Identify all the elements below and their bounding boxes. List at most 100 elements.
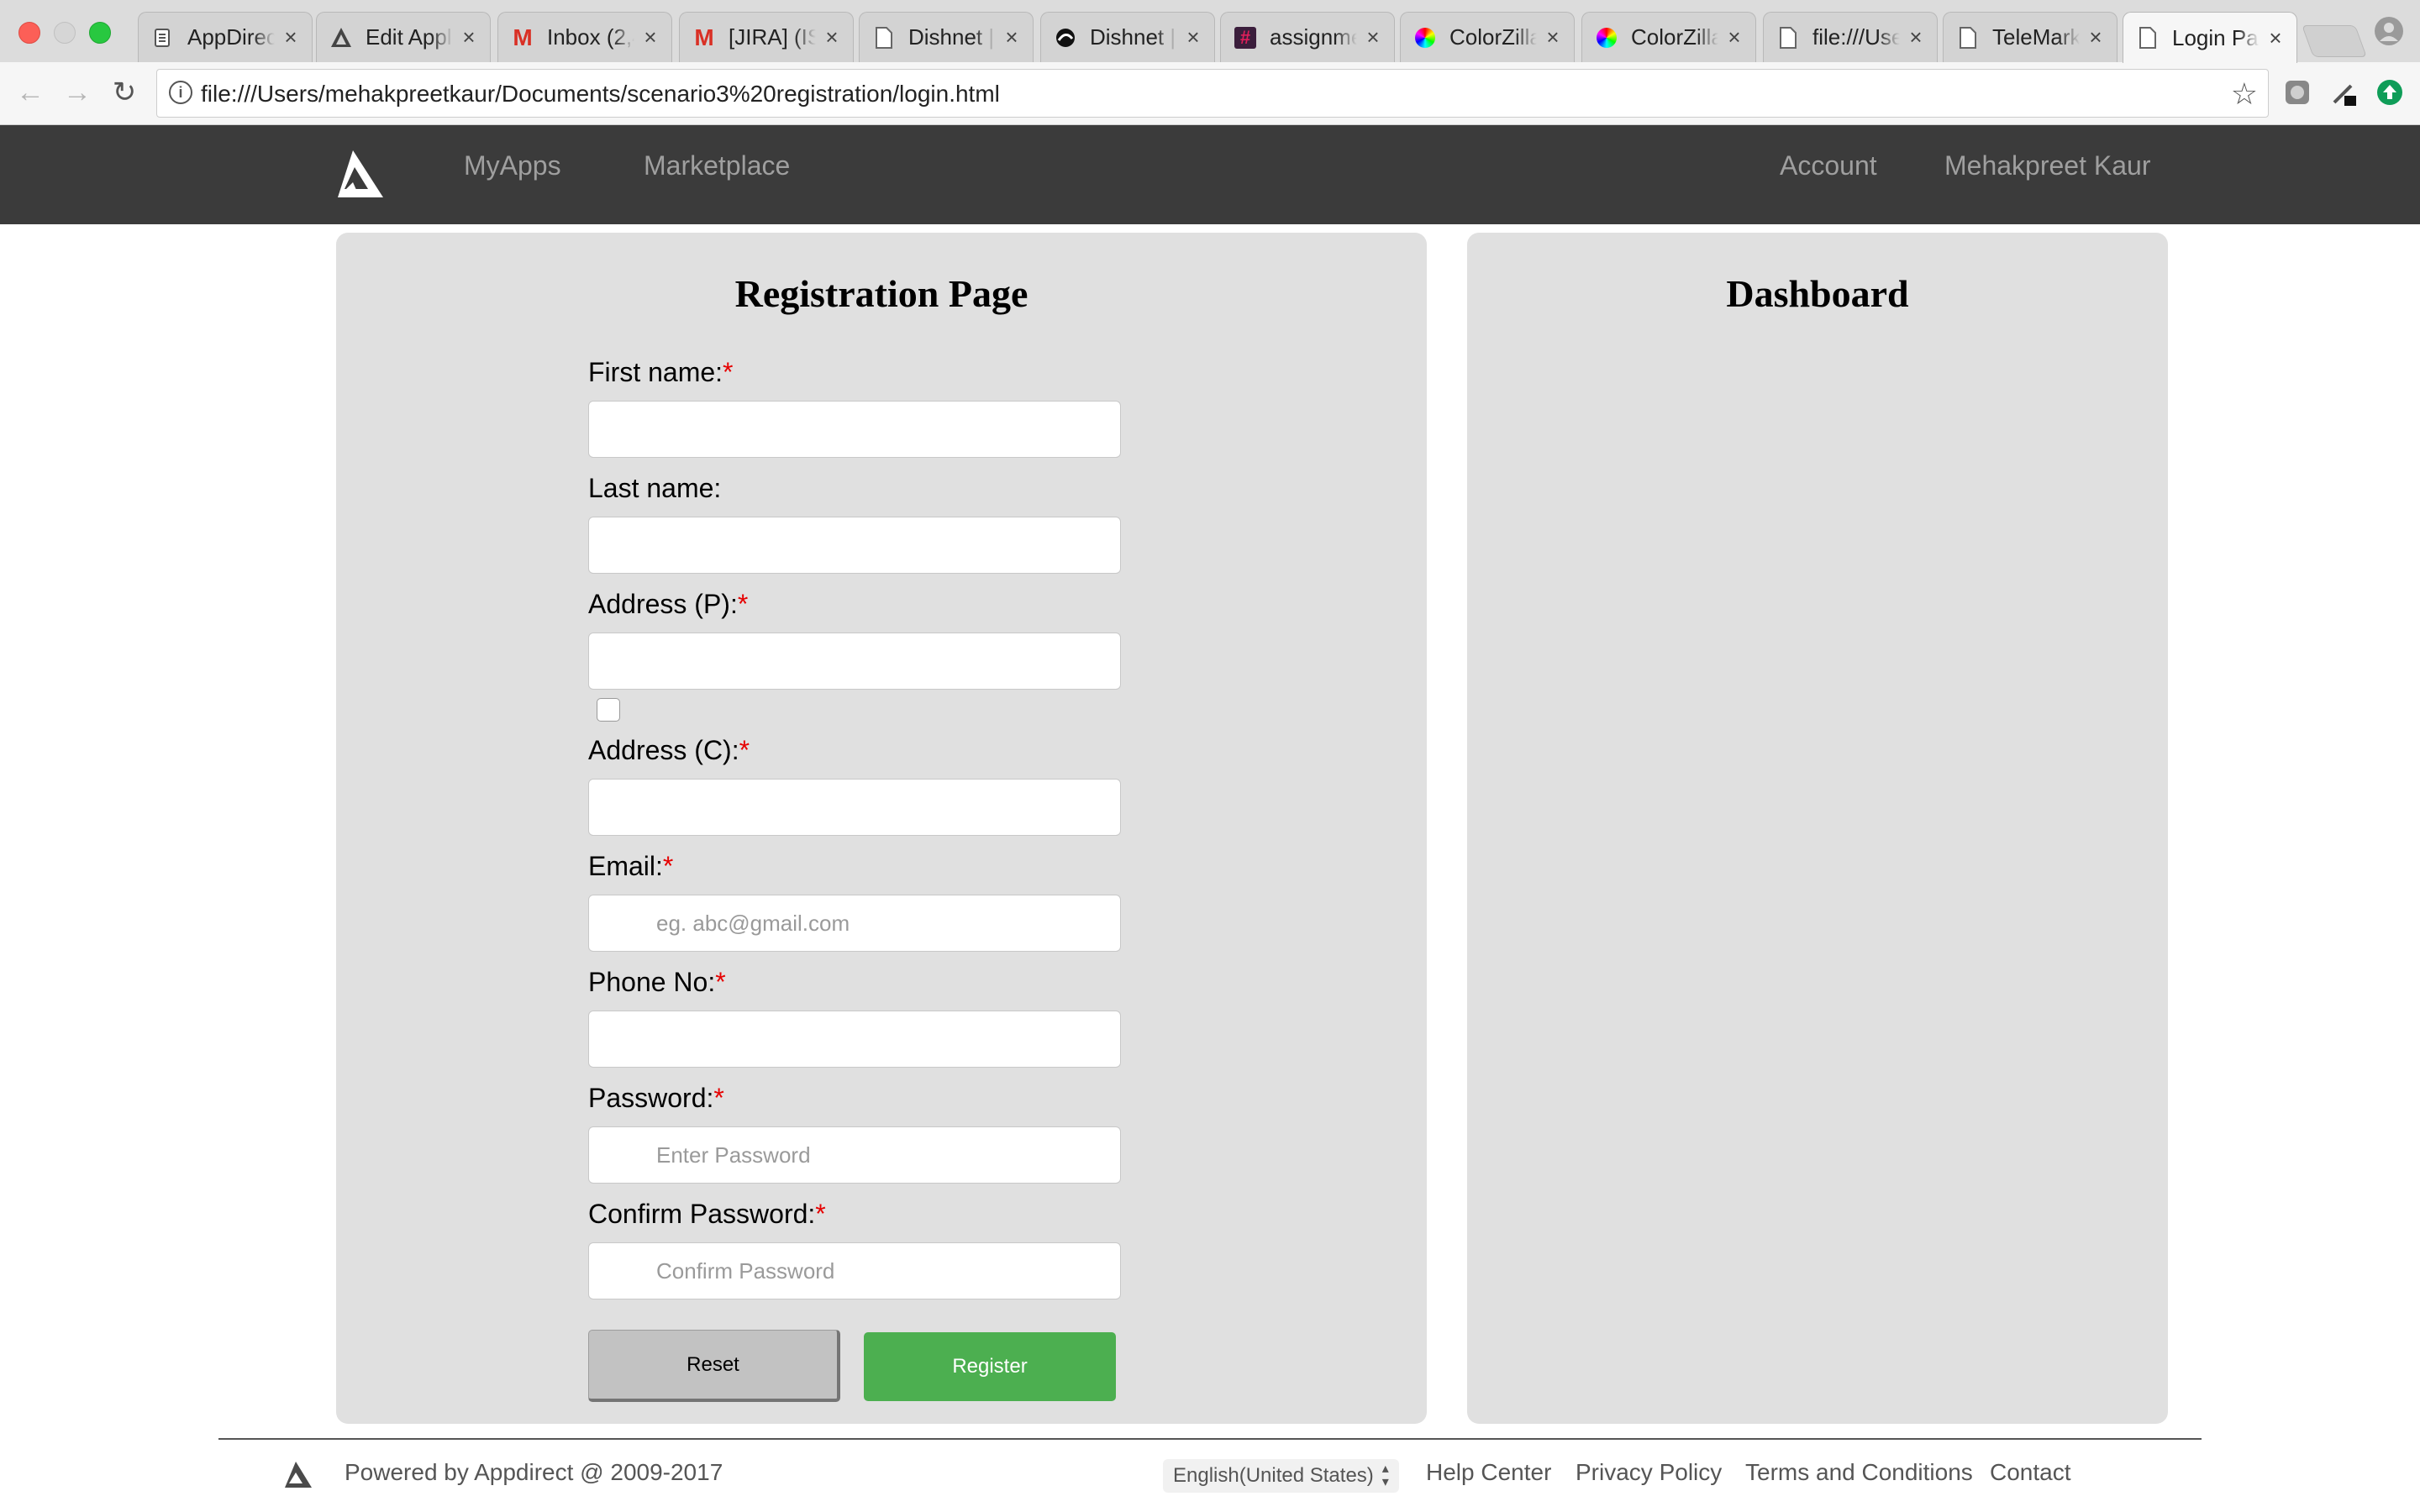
tab-dishnet-2[interactable]: Dishnet | × bbox=[1040, 12, 1215, 62]
footer-contact[interactable]: Contact bbox=[1990, 1459, 2071, 1486]
tab-login-page[interactable]: Login Page × bbox=[2123, 12, 2297, 63]
close-tab-icon[interactable]: × bbox=[2266, 25, 2285, 51]
first-name-input[interactable] bbox=[588, 401, 1121, 458]
app-navbar: MyApps Marketplace Account Mehakpreet Ka… bbox=[0, 125, 2420, 224]
bookmark-star-icon[interactable]: ☆ bbox=[2231, 76, 2258, 112]
close-tab-icon[interactable]: × bbox=[1907, 24, 1925, 50]
slack-icon: # bbox=[1234, 26, 1256, 49]
tab-appdirect[interactable]: AppDirect × bbox=[138, 12, 313, 62]
password-label: Password:* bbox=[588, 1083, 724, 1113]
reset-button[interactable]: Reset bbox=[588, 1330, 840, 1402]
nav-marketplace[interactable]: Marketplace bbox=[644, 150, 790, 181]
last-name-label: Last name: bbox=[588, 473, 722, 503]
zoom-window-button[interactable] bbox=[89, 22, 111, 44]
tab-label: assignment bbox=[1270, 24, 1357, 50]
close-tab-icon[interactable]: × bbox=[823, 24, 841, 50]
registration-title: Registration Page bbox=[734, 272, 1028, 315]
email-input[interactable] bbox=[588, 895, 1121, 952]
appdirect-logo[interactable] bbox=[336, 149, 385, 199]
registration-panel: Registration Page First name:* Last name… bbox=[336, 233, 1427, 1424]
document-icon bbox=[152, 27, 174, 49]
same-address-checkbox[interactable] bbox=[597, 698, 620, 722]
dashboard-title: Dashboard bbox=[1726, 272, 1909, 315]
close-tab-icon[interactable]: × bbox=[1544, 24, 1562, 50]
register-button[interactable]: Register bbox=[864, 1332, 1116, 1401]
required-asterisk: * bbox=[815, 1199, 826, 1229]
document-icon bbox=[1777, 26, 1799, 49]
profile-icon[interactable] bbox=[2375, 17, 2403, 45]
address-c-input[interactable] bbox=[588, 779, 1121, 836]
last-name-input[interactable] bbox=[588, 517, 1121, 574]
tab-label: Dishnet | bbox=[908, 24, 995, 50]
minimize-window-button[interactable] bbox=[54, 22, 76, 44]
footer-help-center[interactable]: Help Center bbox=[1426, 1459, 1551, 1486]
document-icon bbox=[873, 26, 895, 49]
nav-myapps[interactable]: MyApps bbox=[464, 150, 561, 181]
address-bar[interactable]: i file:///Users/mehakpreetkaur/Documents… bbox=[156, 69, 2269, 118]
tab-label: TeleMark bbox=[1992, 24, 2080, 50]
document-icon bbox=[2137, 27, 2159, 49]
footer-divider bbox=[218, 1438, 2202, 1440]
tab-label: AppDirect bbox=[187, 24, 275, 50]
close-tab-icon[interactable]: × bbox=[1002, 24, 1021, 50]
tab-label: Dishnet | bbox=[1090, 24, 1176, 50]
first-name-label: First name:* bbox=[588, 357, 734, 387]
language-select-value: English(United States) bbox=[1173, 1464, 1374, 1487]
update-icon[interactable] bbox=[2375, 77, 2405, 108]
tab-label: Login Page bbox=[2172, 24, 2260, 50]
tab-label: ColorZilla bbox=[1631, 24, 1718, 50]
email-label: Email:* bbox=[588, 851, 674, 881]
phone-input[interactable] bbox=[588, 1011, 1121, 1068]
colorzilla-icon bbox=[1596, 27, 1618, 49]
url-text[interactable]: file:///Users/mehakpreetkaur/Documents/s… bbox=[201, 81, 1000, 108]
info-icon[interactable]: i bbox=[169, 81, 192, 104]
language-select[interactable]: English(United States) ▴ ▾ bbox=[1163, 1459, 1399, 1493]
tab-colorzilla-2[interactable]: ColorZilla × bbox=[1581, 12, 1756, 62]
gmail-icon: M bbox=[513, 24, 533, 50]
close-tab-icon[interactable]: × bbox=[1184, 24, 1202, 50]
colorzilla-eyedropper-icon[interactable] bbox=[2329, 77, 2360, 108]
close-tab-icon[interactable]: × bbox=[641, 24, 660, 50]
dashboard-panel: Dashboard bbox=[1467, 233, 2168, 1424]
footer-powered-by: Powered by Appdirect @ 2009-2017 bbox=[345, 1459, 723, 1485]
close-tab-icon[interactable]: × bbox=[2086, 24, 2105, 50]
close-window-button[interactable] bbox=[18, 22, 40, 44]
tab-telemark[interactable]: TeleMark × bbox=[1943, 12, 2118, 62]
close-tab-icon[interactable]: × bbox=[1725, 24, 1744, 50]
reload-icon[interactable]: ↻ bbox=[108, 76, 141, 109]
tab-edit-application[interactable]: Edit Application × bbox=[316, 12, 491, 62]
footer-terms[interactable]: Terms and Conditions bbox=[1745, 1459, 1973, 1486]
required-asterisk: * bbox=[713, 1083, 724, 1113]
confirm-password-input[interactable] bbox=[588, 1242, 1121, 1299]
footer-privacy-policy[interactable]: Privacy Policy bbox=[1576, 1459, 1722, 1486]
back-arrow-icon[interactable]: ← bbox=[13, 76, 47, 109]
required-asterisk: * bbox=[723, 357, 734, 387]
nav-account[interactable]: Account bbox=[1780, 150, 1877, 181]
required-asterisk: * bbox=[739, 735, 750, 765]
password-input[interactable] bbox=[588, 1126, 1121, 1184]
tab-colorzilla-1[interactable]: ColorZilla × bbox=[1400, 12, 1575, 62]
address-p-input[interactable] bbox=[588, 633, 1121, 690]
tab-assignment[interactable]: # assignment × bbox=[1220, 12, 1395, 62]
updown-chevron-icon: ▴ ▾ bbox=[1381, 1462, 1389, 1489]
tab-jira[interactable]: M [JIRA] (IS × bbox=[679, 12, 854, 62]
close-tab-icon[interactable]: × bbox=[1364, 24, 1382, 50]
browser-toolbar: ← → ↻ i file:///Users/mehakpreetkaur/Doc… bbox=[0, 62, 2420, 125]
extension-icon[interactable] bbox=[2282, 77, 2312, 108]
new-tab-button[interactable] bbox=[2302, 25, 2367, 57]
colorzilla-icon bbox=[1414, 27, 1436, 49]
gmail-icon: M bbox=[694, 24, 714, 50]
phone-label: Phone No:* bbox=[588, 967, 726, 997]
tab-label: ColorZilla bbox=[1449, 24, 1537, 50]
appdirect-footer-logo bbox=[284, 1461, 313, 1489]
tab-dishnet-1[interactable]: Dishnet | × bbox=[859, 12, 1034, 62]
forward-arrow-icon[interactable]: → bbox=[60, 76, 94, 109]
appdirect-icon bbox=[330, 27, 352, 49]
close-tab-icon[interactable]: × bbox=[281, 24, 300, 50]
nav-user-name[interactable]: Mehakpreet Kaur bbox=[1944, 150, 2150, 181]
tab-file-users[interactable]: file:///Users × bbox=[1763, 12, 1938, 62]
tab-label: file:///Users bbox=[1812, 24, 1900, 50]
close-tab-icon[interactable]: × bbox=[460, 24, 478, 50]
dishnet-icon bbox=[1055, 27, 1076, 49]
tab-inbox[interactable]: M Inbox (2,4 × bbox=[497, 12, 672, 62]
